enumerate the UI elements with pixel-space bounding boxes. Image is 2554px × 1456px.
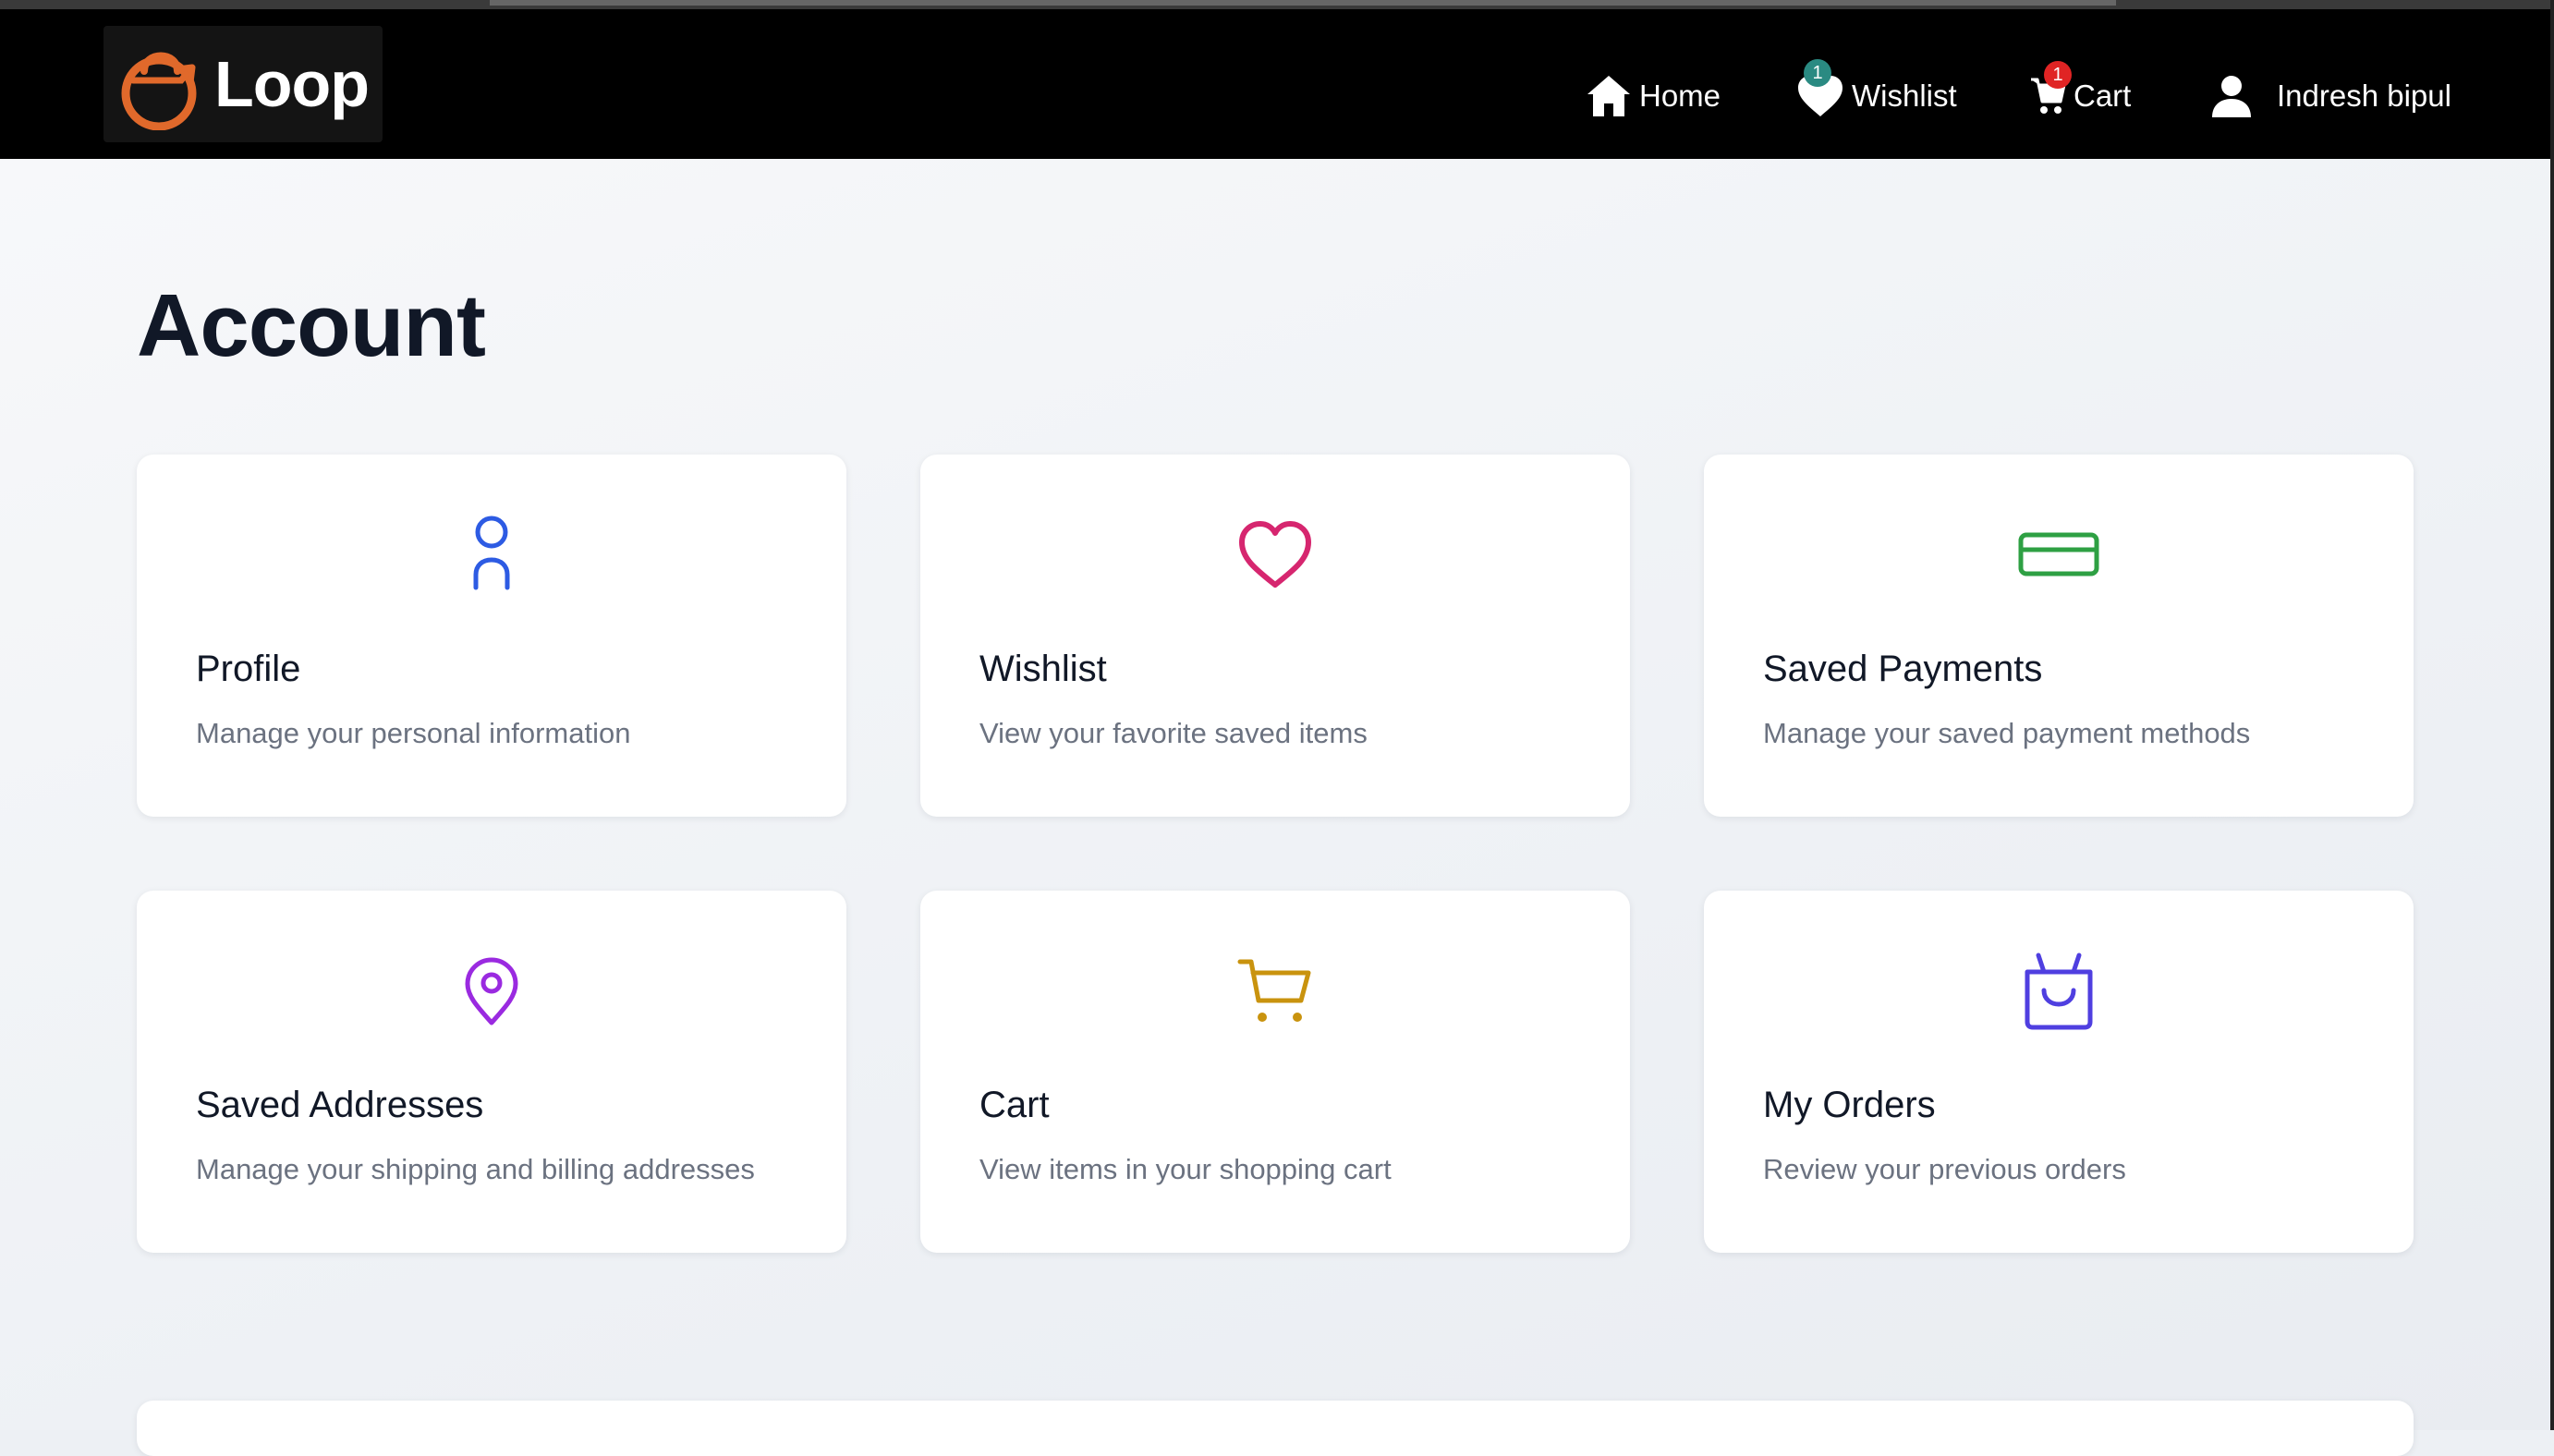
nav-home[interactable]: Home <box>1586 67 1721 126</box>
nav-cart[interactable]: 1 Cart <box>2029 61 2132 126</box>
wishlist-count-badge: 1 <box>1804 59 1831 87</box>
shopping-bag-icon <box>1704 950 2414 1033</box>
nav-user-name: Indresh bipul <box>2277 79 2451 113</box>
card-title: Cart <box>979 1085 1050 1125</box>
cart-card[interactable]: Cart View items in your shopping cart <box>920 891 1630 1253</box>
nav-user[interactable]: Indresh bipul <box>2210 67 2451 126</box>
heart-icon <box>920 514 1630 597</box>
loop-bag-icon <box>121 52 197 130</box>
user-icon <box>137 514 846 597</box>
nav-cart-label: Cart <box>2074 79 2132 113</box>
card-title: Saved Payments <box>1763 649 2043 689</box>
saved-addresses-card[interactable]: Saved Addresses Manage your shipping and… <box>137 891 846 1253</box>
heart-icon: 1 <box>1796 59 1844 118</box>
navbar: Loop Home 1 Wishlist 1 Cart Indresh bipu… <box>0 9 2550 159</box>
credit-card-icon <box>1704 514 2414 597</box>
profile-card[interactable]: Profile Manage your personal information <box>137 455 846 817</box>
browser-tab-line <box>490 0 2116 6</box>
wishlist-card[interactable]: Wishlist View your favorite saved items <box>920 455 1630 817</box>
card-description: View items in your shopping cart <box>979 1153 1392 1185</box>
cart-icon: 1 <box>2029 61 2072 116</box>
window-edge <box>2550 0 2554 1430</box>
card-title: Profile <box>196 649 301 689</box>
card-title: Saved Addresses <box>196 1085 484 1125</box>
my-orders-card[interactable]: My Orders Review your previous orders <box>1704 891 2414 1253</box>
browser-top-strip <box>0 0 2554 9</box>
card-description: Review your previous orders <box>1763 1153 2126 1185</box>
map-pin-icon <box>137 950 846 1033</box>
card-description: Manage your shipping and billing address… <box>196 1153 755 1185</box>
nav-home-label: Home <box>1639 79 1721 113</box>
shopping-cart-icon <box>920 950 1630 1033</box>
card-description: Manage your saved payment methods <box>1763 717 2251 749</box>
card-description: View your favorite saved items <box>979 717 1368 749</box>
bottom-section-card <box>137 1401 2414 1456</box>
logo[interactable]: Loop <box>103 26 383 142</box>
saved-payments-card[interactable]: Saved Payments Manage your saved payment… <box>1704 455 2414 817</box>
cart-count-badge: 1 <box>2044 61 2072 89</box>
home-icon <box>1586 74 1632 118</box>
logo-text: Loop <box>214 48 370 120</box>
card-title: My Orders <box>1763 1085 1936 1125</box>
card-description: Manage your personal information <box>196 717 631 749</box>
card-title: Wishlist <box>979 649 1107 689</box>
user-icon <box>2210 75 2253 117</box>
page-title: Account <box>137 276 486 375</box>
nav-wishlist[interactable]: 1 Wishlist <box>1796 59 1957 126</box>
nav-wishlist-label: Wishlist <box>1852 79 1957 113</box>
